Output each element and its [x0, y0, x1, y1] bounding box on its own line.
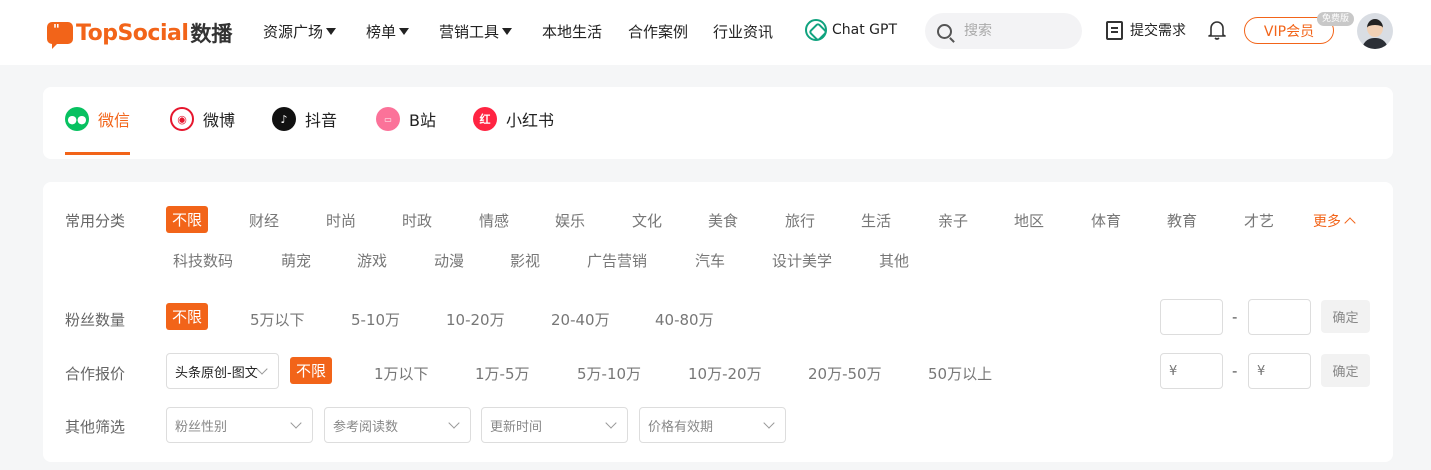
category-option[interactable]: 广告营销 [587, 250, 647, 271]
nav-rankings[interactable]: 榜单 [366, 21, 410, 42]
category-option[interactable]: 美食 [708, 210, 738, 231]
category-option[interactable]: 时尚 [326, 210, 356, 231]
active-tab-indicator [65, 152, 130, 155]
nav-resources[interactable]: 资源广场 [263, 21, 337, 42]
logo-text: TopSocial [76, 20, 189, 46]
reads-select[interactable]: 参考阅读数 [324, 407, 471, 443]
price-option[interactable]: 20万-50万 [808, 363, 882, 384]
filter-panel: 常用分类 不限 财经 时尚 时政 情感 娱乐 文化 美食 旅行 生活 亲子 地区… [43, 182, 1393, 462]
price-validity-select[interactable]: 价格有效期 [639, 407, 786, 443]
fans-option[interactable]: 不限 [166, 303, 209, 330]
search-box[interactable] [925, 13, 1082, 49]
category-option[interactable]: 动漫 [434, 250, 464, 271]
chevron-up-icon [1344, 217, 1356, 229]
chevron-down-icon [448, 417, 460, 429]
price-max-input[interactable] [1248, 353, 1311, 389]
category-option[interactable]: 生活 [861, 210, 891, 231]
more-categories-toggle[interactable]: 更多 [1313, 211, 1356, 231]
xiaohongshu-icon: 红 [473, 107, 497, 131]
nav-chatgpt[interactable]: Chat GPT [805, 19, 897, 41]
bilibili-icon: ▭ [376, 107, 400, 131]
tab-douyin[interactable]: ♪ 抖音 [272, 107, 337, 131]
tab-xiaohongshu[interactable]: 红 小红书 [473, 107, 554, 131]
chatgpt-icon [805, 19, 827, 41]
category-option[interactable]: 体育 [1091, 210, 1121, 231]
price-type-select[interactable]: 头条原创-图文 [166, 353, 279, 389]
category-option[interactable]: 财经 [249, 210, 279, 231]
logo-subtext: 数播 [190, 22, 233, 46]
category-option[interactable]: 地区 [1014, 210, 1044, 231]
caret-down-icon [399, 28, 410, 35]
category-option[interactable]: 汽车 [695, 250, 725, 271]
price-option[interactable]: 1万-5万 [475, 363, 530, 384]
caret-down-icon [502, 28, 513, 35]
category-option[interactable]: 亲子 [938, 210, 968, 231]
weibo-icon: ◉ [170, 107, 194, 131]
category-option[interactable]: 教育 [1167, 210, 1197, 231]
update-time-select[interactable]: 更新时间 [481, 407, 628, 443]
fans-option[interactable]: 20-40万 [551, 309, 610, 330]
price-option[interactable]: 不限 [290, 357, 333, 384]
submit-request-button[interactable]: 提交需求 [1106, 20, 1186, 40]
price-min-input[interactable] [1160, 353, 1223, 389]
category-option[interactable]: 影视 [510, 250, 540, 271]
category-option[interactable]: 设计美学 [772, 250, 832, 271]
fans-label: 粉丝数量 [65, 311, 126, 329]
category-option[interactable]: 才艺 [1244, 210, 1274, 231]
category-label: 常用分类 [65, 212, 126, 230]
category-option[interactable]: 其他 [879, 250, 909, 271]
category-option[interactable]: 科技数码 [173, 250, 233, 271]
fans-option[interactable]: 10-20万 [446, 309, 505, 330]
category-option[interactable]: 娱乐 [555, 210, 585, 231]
nav-cases[interactable]: 合作案例 [628, 21, 688, 42]
nav-local-life[interactable]: 本地生活 [542, 21, 602, 42]
wechat-icon: ●● [65, 107, 89, 131]
fans-max-input[interactable] [1248, 299, 1311, 335]
fans-confirm-button[interactable]: 确定 [1321, 300, 1370, 333]
tab-weibo[interactable]: ◉ 微博 [170, 107, 235, 131]
category-option[interactable]: 情感 [479, 210, 509, 231]
chevron-down-icon [290, 417, 302, 429]
other-filters-label: 其他筛选 [65, 418, 126, 436]
category-option[interactable]: 不限 [166, 206, 209, 233]
category-option[interactable]: 旅行 [785, 210, 815, 231]
price-option[interactable]: 1万以下 [374, 363, 429, 384]
price-confirm-button[interactable]: 确定 [1321, 354, 1370, 387]
douyin-icon: ♪ [272, 107, 296, 131]
category-option[interactable]: 游戏 [357, 250, 387, 271]
edit-icon [1106, 20, 1123, 40]
platform-tabs: ●● 微信 ◉ 微博 ♪ 抖音 ▭ B站 红 小红书 [43, 87, 1393, 159]
price-option[interactable]: 50万以上 [928, 363, 992, 384]
category-option[interactable]: 文化 [632, 210, 662, 231]
tab-wechat[interactable]: ●● 微信 [65, 107, 130, 131]
price-option[interactable]: 10万-20万 [688, 363, 762, 384]
nav-marketing-tools[interactable]: 营销工具 [439, 21, 513, 42]
top-header: " TopSocial 数播 资源广场 榜单 营销工具 本地生活 合作案例 行业… [0, 0, 1431, 65]
chevron-down-icon [605, 417, 617, 429]
search-icon [937, 23, 952, 39]
logo[interactable]: " TopSocial 数播 [47, 18, 233, 49]
logo-mark-icon: " [47, 22, 73, 49]
bell-icon[interactable] [1208, 20, 1226, 40]
chevron-down-icon [763, 417, 775, 429]
fans-option[interactable]: 40-80万 [655, 309, 714, 330]
fans-gender-select[interactable]: 粉丝性别 [166, 407, 313, 443]
range-dash: - [1232, 308, 1238, 326]
category-option[interactable]: 时政 [402, 210, 432, 231]
search-input[interactable] [964, 23, 1064, 39]
fans-option[interactable]: 5-10万 [351, 309, 400, 330]
avatar[interactable] [1357, 13, 1393, 49]
price-label: 合作报价 [65, 365, 126, 383]
price-option[interactable]: 5万-10万 [577, 363, 641, 384]
free-plan-badge: 免费版 [1317, 12, 1355, 26]
nav-industry-news[interactable]: 行业资讯 [713, 21, 773, 42]
fans-min-input[interactable] [1160, 299, 1223, 335]
caret-down-icon [326, 28, 337, 35]
tab-bilibili[interactable]: ▭ B站 [376, 107, 436, 131]
range-dash: - [1232, 362, 1238, 380]
category-option[interactable]: 萌宠 [281, 250, 311, 271]
chevron-down-icon [256, 363, 268, 375]
fans-option[interactable]: 5万以下 [250, 309, 305, 330]
